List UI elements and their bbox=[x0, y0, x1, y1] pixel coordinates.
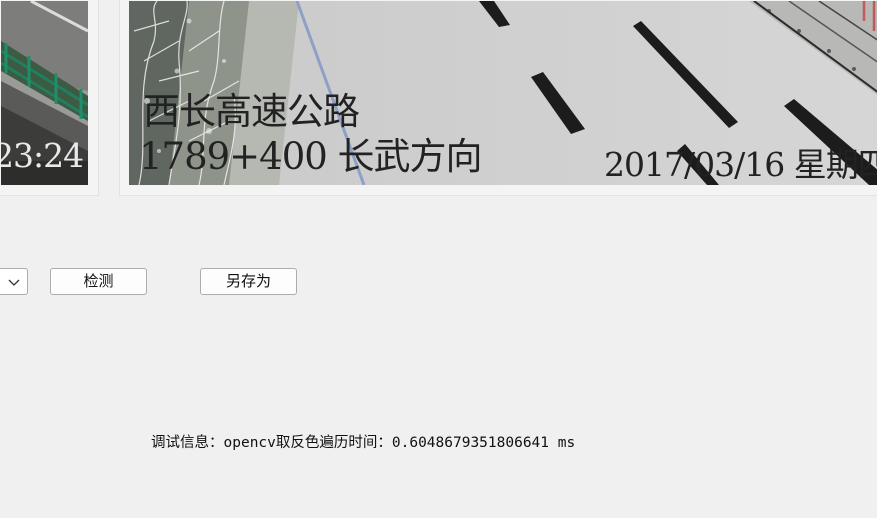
debug-info-label: 调试信息：opencv取反色遍历时间：0.6048679351806641 ms bbox=[151, 435, 576, 451]
mode-select[interactable] bbox=[0, 268, 28, 295]
detect-button[interactable]: 检测 bbox=[50, 268, 147, 295]
chevron-down-icon bbox=[8, 279, 20, 286]
image-time-overlay: 23:24 bbox=[1, 136, 84, 175]
result-image-frame: 西长高速公路 1789+400 长武方向 2017/03/16 星期四 bbox=[119, 0, 877, 196]
app-window: 23:24 西长高速公路 1789+400 长武方向 2017/03/16 星期… bbox=[0, 0, 877, 518]
image-stake-overlay: 1789+400 长武方向 bbox=[139, 135, 483, 178]
image-date-overlay: 2017/03/16 星期四 bbox=[604, 145, 877, 184]
source-image-frame: 23:24 bbox=[0, 0, 99, 196]
result-image: 西长高速公路 1789+400 长武方向 2017/03/16 星期四 bbox=[129, 1, 877, 185]
source-image: 23:24 bbox=[1, 1, 88, 185]
save-as-button[interactable]: 另存为 bbox=[200, 268, 297, 295]
